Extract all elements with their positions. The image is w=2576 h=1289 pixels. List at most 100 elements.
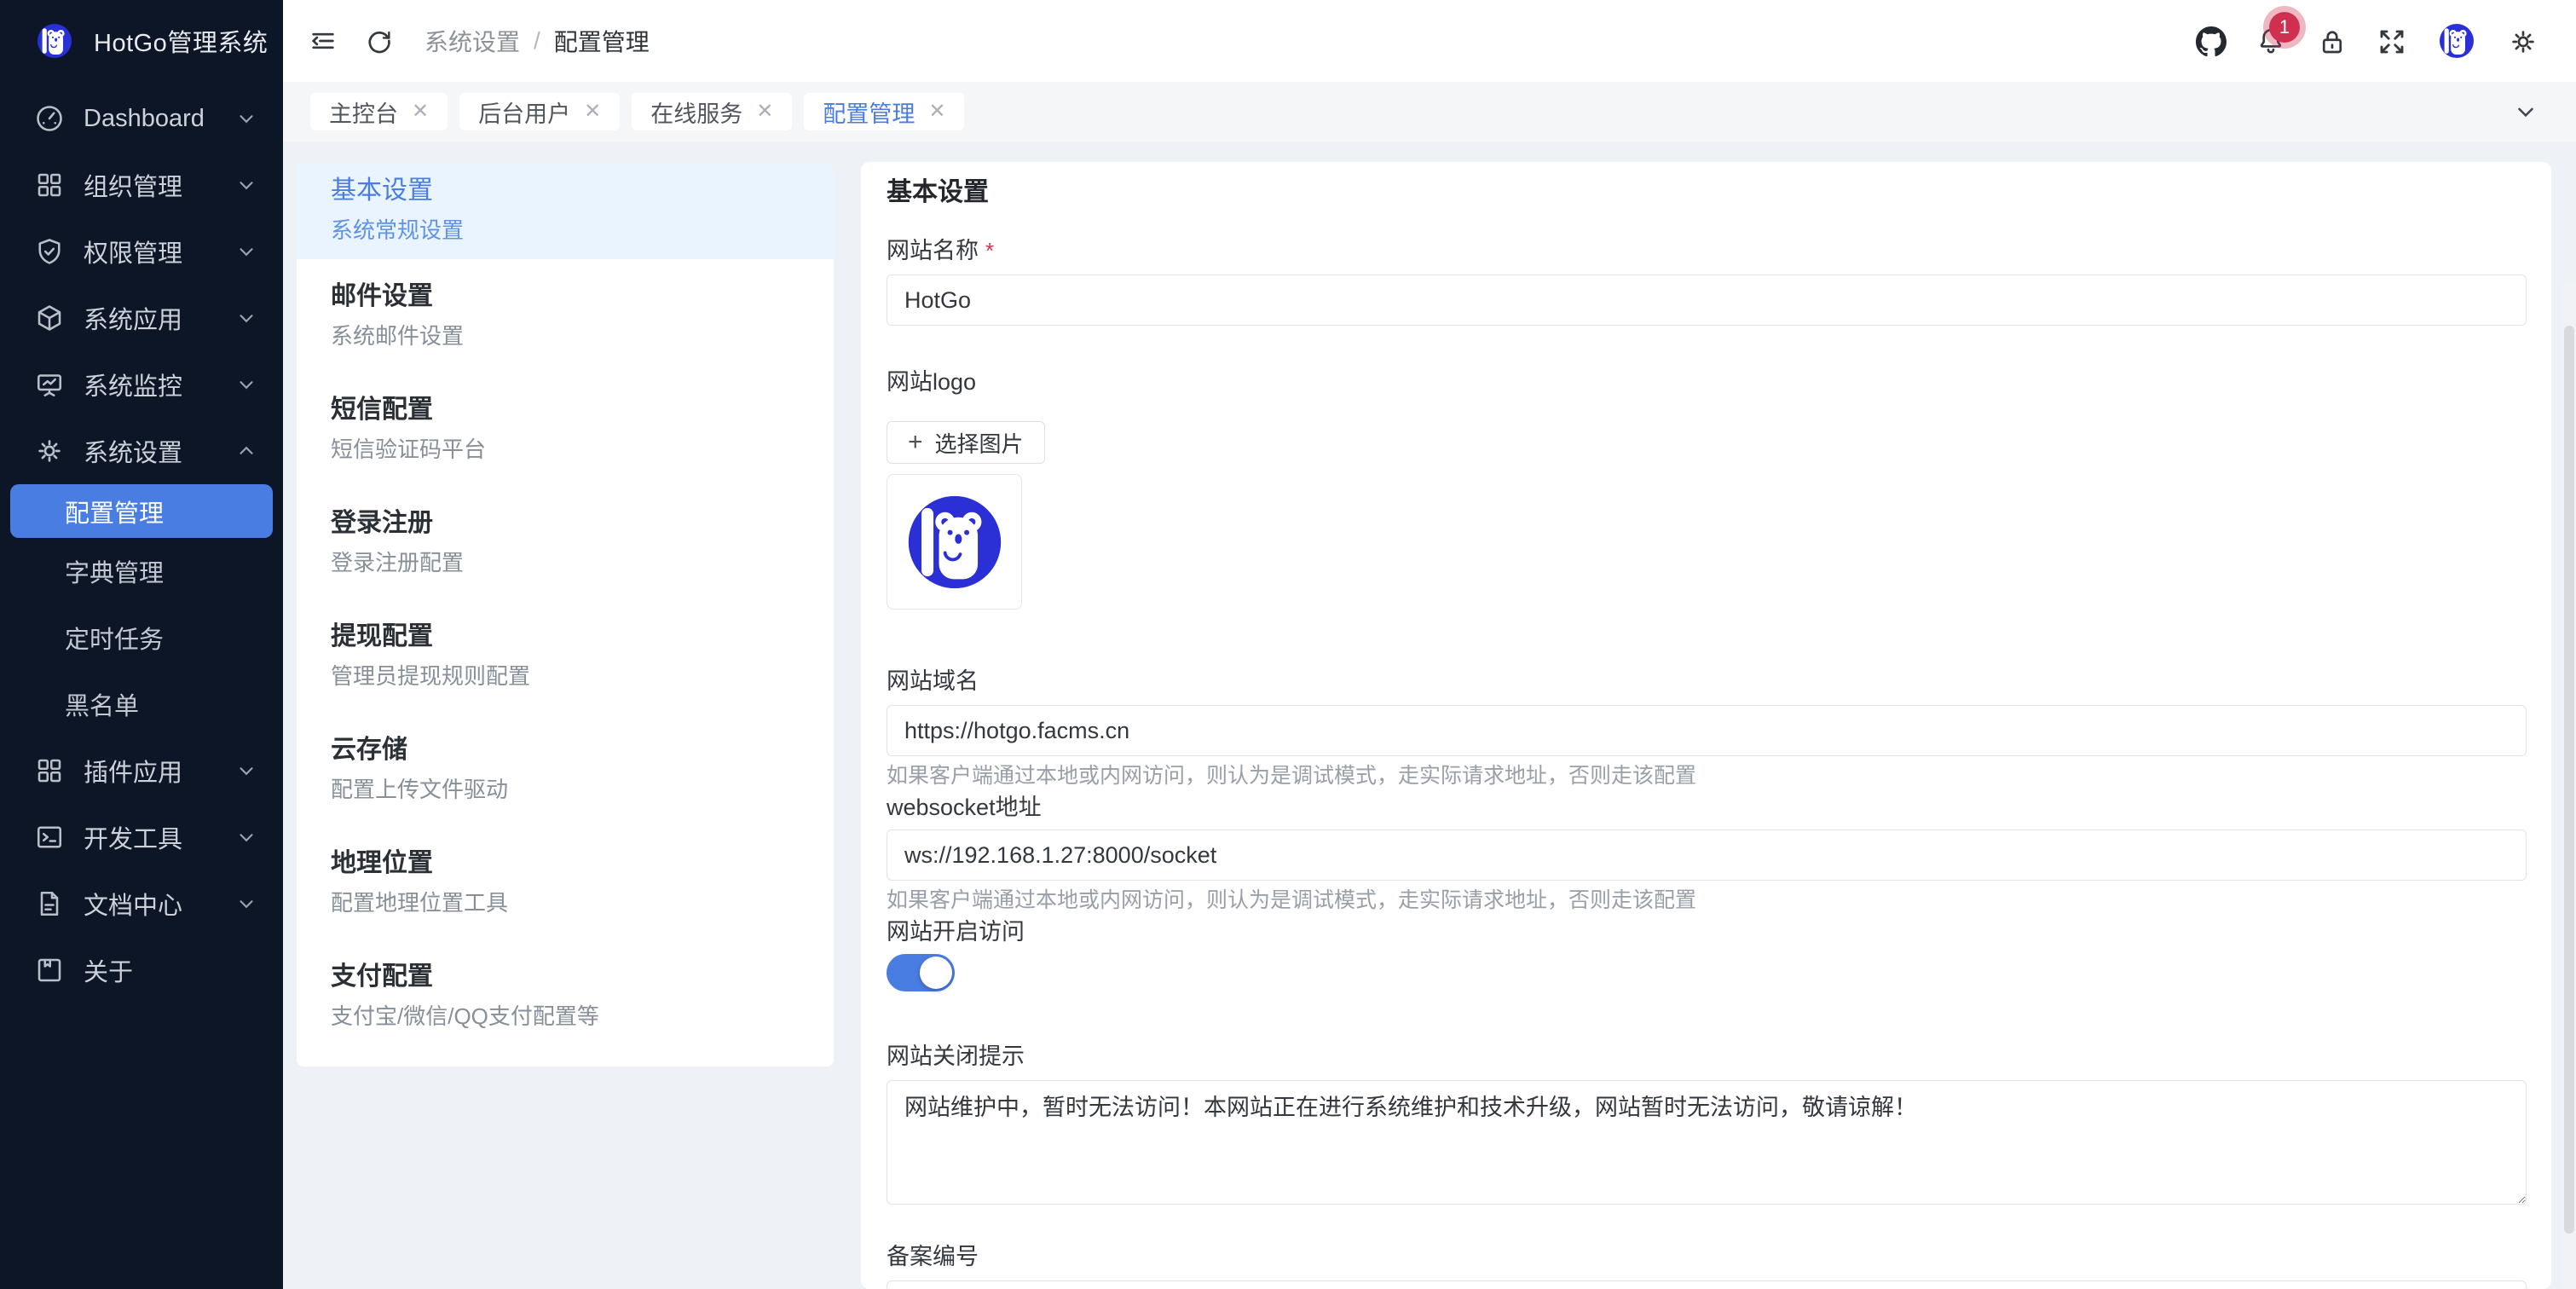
settings-nav-sms[interactable]: 短信配置 短信验证码平台 bbox=[297, 373, 834, 486]
sidebar-item-label: 系统设置 bbox=[84, 433, 235, 469]
sidebar-item-organization[interactable]: 组织管理 bbox=[0, 152, 283, 218]
sidebar-item-label: Dashboard bbox=[84, 105, 235, 133]
sidebar-subitem-scheduled-tasks[interactable]: 定时任务 bbox=[0, 604, 283, 671]
lock-icon[interactable] bbox=[2317, 26, 2346, 55]
breadcrumb-parent[interactable]: 系统设置 bbox=[425, 24, 520, 58]
tab-admin-users[interactable]: 后台用户 ✕ bbox=[459, 93, 620, 130]
settings-nav-subtitle: 配置地理位置工具 bbox=[331, 886, 800, 920]
tab-close-icon[interactable]: ✕ bbox=[584, 101, 601, 122]
settings-nav-subtitle: 登录注册配置 bbox=[331, 546, 800, 580]
plus-icon: + bbox=[908, 430, 923, 455]
monitor-chart-icon bbox=[34, 369, 65, 400]
choose-image-label: 选择图片 bbox=[935, 427, 1024, 459]
tab-close-icon[interactable]: ✕ bbox=[928, 101, 945, 122]
grid-icon bbox=[34, 170, 65, 200]
chevron-down-icon bbox=[235, 307, 257, 329]
settings-gear-icon[interactable] bbox=[2508, 26, 2537, 55]
chevron-down-icon bbox=[235, 373, 257, 396]
sidebar-subitem-dictionary[interactable]: 字典管理 bbox=[0, 538, 283, 604]
settings-nav-title: 云存储 bbox=[331, 731, 800, 769]
sidebar-item-label: 组织管理 bbox=[84, 167, 235, 203]
chevron-down-icon bbox=[235, 240, 257, 263]
icp-input[interactable] bbox=[887, 1280, 2527, 1289]
sidebar-subitem-blacklist[interactable]: 黑名单 bbox=[0, 671, 283, 737]
websocket-hint: 如果客户端通过本地或内网访问，则认为是调试模式，走实际请求地址，否则走该配置 bbox=[887, 886, 2527, 915]
tab-close-icon[interactable]: ✕ bbox=[412, 101, 429, 122]
settings-nav-payment[interactable]: 支付配置 支付宝/微信/QQ支付配置等 bbox=[297, 939, 834, 1053]
websocket-label: websocket地址 bbox=[887, 790, 2527, 824]
tab-config-management[interactable]: 配置管理 ✕ bbox=[804, 93, 964, 130]
sidebar-item-docs[interactable]: 文档中心 bbox=[0, 870, 283, 937]
settings-nav-email[interactable]: 邮件设置 系统邮件设置 bbox=[297, 259, 834, 373]
site-access-toggle[interactable] bbox=[887, 954, 955, 991]
settings-nav-cloud-storage[interactable]: 云存储 配置上传文件驱动 bbox=[297, 713, 834, 826]
grid-icon bbox=[34, 755, 65, 786]
settings-nav-title: 邮件设置 bbox=[331, 278, 800, 315]
app-logo-row[interactable]: HotGo管理系统 bbox=[0, 0, 283, 82]
sidebar-item-plugins[interactable]: 插件应用 bbox=[0, 737, 283, 804]
header-actions: 1 bbox=[2196, 20, 2537, 61]
sidebar-item-system-settings[interactable]: 系统设置 bbox=[0, 418, 283, 484]
sidebar-item-permissions[interactable]: 权限管理 bbox=[0, 218, 283, 285]
tab-label: 在线服务 bbox=[650, 95, 742, 129]
tab-online-service[interactable]: 在线服务 ✕ bbox=[632, 93, 792, 130]
top-header: 系统设置 / 配置管理 1 bbox=[283, 0, 2576, 82]
required-asterisk: * bbox=[985, 238, 994, 263]
site-domain-input[interactable] bbox=[887, 705, 2527, 756]
settings-nav-wechat[interactable]: 微信配置 公众号/开放平台/小程序配置等 bbox=[297, 1053, 834, 1066]
settings-nav-title: 支付配置 bbox=[331, 958, 800, 996]
site-name-label: 网站名称* bbox=[887, 234, 2527, 268]
sidebar-item-label: 插件应用 bbox=[84, 753, 235, 789]
sidebar-item-label: 系统监控 bbox=[84, 367, 235, 402]
logo-preview[interactable] bbox=[887, 474, 1022, 610]
site-name-input[interactable] bbox=[887, 275, 2527, 326]
sidebar-item-system-apps[interactable]: 系统应用 bbox=[0, 285, 283, 351]
toggle-knob bbox=[920, 957, 952, 989]
close-tip-textarea[interactable]: 网站维护中，暂时无法访问！本网站正在进行系统维护和技术升级，网站暂时无法访问，敬… bbox=[887, 1080, 2527, 1205]
form-heading: 基本设置 bbox=[887, 174, 2527, 211]
settings-nav-basic[interactable]: 基本设置 系统常规设置 bbox=[297, 162, 834, 259]
sidebar-subitem-config-management[interactable]: 配置管理 bbox=[10, 484, 273, 538]
notification-badge: 1 bbox=[2269, 12, 2300, 43]
settings-nav-login[interactable]: 登录注册 登录注册配置 bbox=[297, 486, 834, 599]
sidebar-item-system-monitor[interactable]: 系统监控 bbox=[0, 351, 283, 418]
sidebar-item-dashboard[interactable]: Dashboard bbox=[0, 85, 283, 152]
notifications-button[interactable]: 1 bbox=[2255, 26, 2286, 56]
site-logo-label: 网站logo bbox=[887, 365, 2527, 399]
chevron-down-icon bbox=[235, 174, 257, 196]
sidebar-item-label: 权限管理 bbox=[84, 234, 235, 269]
choose-image-button[interactable]: + 选择图片 bbox=[887, 421, 1045, 464]
refresh-icon[interactable] bbox=[365, 26, 394, 55]
settings-nav-geo[interactable]: 地理位置 配置地理位置工具 bbox=[297, 826, 834, 939]
github-icon[interactable] bbox=[2196, 26, 2225, 55]
site-domain-hint: 如果客户端通过本地或内网访问，则认为是调试模式，走实际请求地址，否则走该配置 bbox=[887, 761, 2527, 790]
menu-collapse-icon[interactable] bbox=[309, 26, 338, 55]
settings-nav-title: 地理位置 bbox=[331, 845, 800, 882]
tab-close-icon[interactable]: ✕ bbox=[756, 101, 773, 122]
site-name-label-text: 网站名称 bbox=[887, 238, 979, 263]
chevron-down-icon bbox=[235, 107, 257, 130]
tab-label: 后台用户 bbox=[478, 95, 570, 129]
site-logo-image bbox=[899, 487, 1010, 598]
tab-dashboard[interactable]: 主控台 ✕ bbox=[310, 93, 448, 130]
sidebar-item-label: 系统应用 bbox=[84, 300, 235, 336]
scrollbar-thumb[interactable] bbox=[2564, 326, 2574, 1234]
fullscreen-icon[interactable] bbox=[2377, 26, 2406, 55]
settings-nav-subtitle: 短信验证码平台 bbox=[331, 432, 800, 466]
sidebar-subitem-label: 配置管理 bbox=[65, 494, 164, 529]
settings-nav-withdraw[interactable]: 提现配置 管理员提现规则配置 bbox=[297, 599, 834, 713]
websocket-input[interactable] bbox=[887, 829, 2527, 881]
settings-nav-subtitle: 管理员提现规则配置 bbox=[331, 659, 800, 693]
settings-nav-title: 基本设置 bbox=[331, 172, 800, 210]
sidebar-item-dev-tools[interactable]: 开发工具 bbox=[0, 804, 283, 870]
breadcrumb-separator: / bbox=[534, 27, 540, 55]
settings-nav-subtitle: 系统邮件设置 bbox=[331, 319, 800, 353]
avatar[interactable] bbox=[2436, 20, 2477, 61]
chevron-down-icon bbox=[235, 893, 257, 915]
tab-list-chevron-down-icon[interactable] bbox=[2513, 99, 2538, 124]
dashboard-icon bbox=[34, 103, 65, 134]
sidebar-item-about[interactable]: 关于 bbox=[0, 937, 283, 1003]
chevron-up-icon bbox=[235, 440, 257, 462]
app-logo-icon bbox=[34, 20, 75, 61]
project-frame-icon bbox=[34, 955, 65, 986]
